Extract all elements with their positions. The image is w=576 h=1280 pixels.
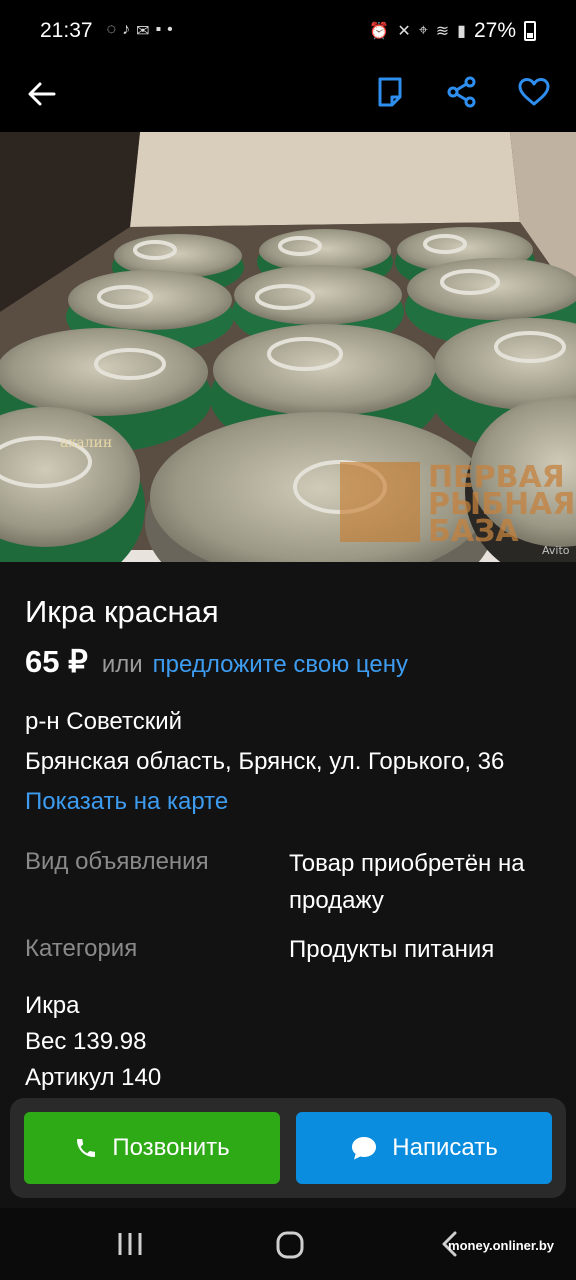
chat-bubble-icon: [352, 1137, 377, 1160]
share-button[interactable]: [442, 72, 482, 112]
alarm-icon: ⏰: [369, 23, 390, 40]
param-value-category: Продукты питания: [289, 936, 495, 963]
param-label-ad-type: Вид объявления: [25, 848, 209, 875]
listing-photo[interactable]: ПЕРВАЯ РЫБНАЯ БАЗА ахалин Avito: [0, 132, 576, 562]
avito-tag: Avito: [542, 544, 570, 557]
location-icon: ⌖: [418, 22, 428, 39]
contact-panel: Позвонить Написать: [10, 1098, 566, 1198]
status-bar: 21:37 ◌ ♪ ✉ ▪ • ⏰ ✕ ⌖ ≋ ▮ 27%: [0, 0, 576, 62]
share-icon: [447, 76, 476, 108]
app-icon: ▪: [155, 21, 162, 38]
description-line: Икра: [25, 992, 80, 1019]
mute-icon: ✕: [397, 23, 411, 40]
notification-icons: ◌ ♪ ✉ ▪ •: [107, 21, 173, 41]
call-button[interactable]: Позвонить: [24, 1112, 280, 1184]
message-button[interactable]: Написать: [296, 1112, 552, 1184]
status-time: 21:37: [40, 19, 93, 42]
watermark-line-3: БАЗА: [428, 514, 519, 549]
signal-icon: ▮: [457, 23, 466, 40]
heart-icon: [518, 78, 550, 106]
price-or-label: или: [101, 651, 143, 678]
wifi-icon: ≋: [435, 23, 450, 40]
phone-icon: [77, 1139, 96, 1157]
app-bar: [0, 62, 576, 132]
address: Брянская область, Брянск, ул. Горького, …: [25, 748, 505, 775]
param-label-category: Категория: [25, 935, 138, 962]
dot-icon: •: [167, 21, 173, 38]
favorite-button[interactable]: [514, 72, 554, 112]
recent-apps-button[interactable]: [116, 1230, 144, 1263]
description-line: Вес 139.98: [25, 1028, 147, 1055]
call-button-label: Позвонить: [112, 1134, 230, 1161]
show-on-map-link[interactable]: Показать на карте: [25, 788, 228, 816]
note-button[interactable]: [370, 72, 410, 112]
viber-icon: ◌: [106, 21, 117, 38]
source-watermark: money.onliner.by: [448, 1238, 554, 1253]
tiktok-icon: ♪: [122, 21, 131, 38]
home-button[interactable]: [275, 1230, 305, 1265]
recent-apps-icon: [118, 1233, 142, 1255]
message-button-label: Написать: [392, 1134, 498, 1161]
param-value-ad-type: Товар приобретён на продажу: [289, 850, 525, 914]
description-line: Артикул 140: [25, 1064, 162, 1091]
home-icon: [276, 1231, 304, 1259]
arrow-left-icon: [28, 82, 56, 106]
price: 65 ₽: [25, 644, 88, 679]
price-row: 65 ₽ или предложите свою цену: [25, 644, 408, 680]
back-button[interactable]: [24, 76, 60, 112]
mail-icon: ✉: [136, 23, 150, 40]
district: р-н Советский: [25, 708, 183, 735]
can-label: ахалин: [60, 435, 112, 451]
caviar-cans-image: ПЕРВАЯ РЫБНАЯ БАЗА ахалин Avito: [0, 132, 576, 562]
battery-icon: [524, 21, 536, 41]
offer-price-link[interactable]: предложите свою цену: [153, 651, 408, 679]
battery-percent: 27%: [473, 19, 516, 42]
note-icon: [378, 77, 402, 107]
listing-title: Икра красная: [25, 594, 219, 629]
